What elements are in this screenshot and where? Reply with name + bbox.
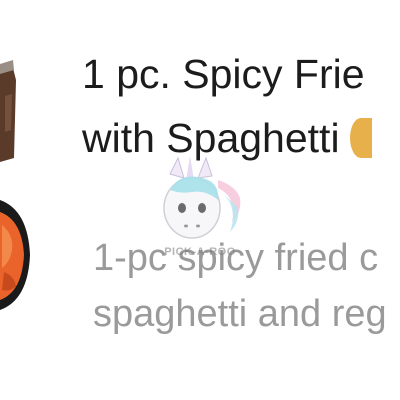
item-title-line-2-text: with Spaghetti bbox=[82, 115, 340, 161]
item-description: 1-pc spicy fried c spaghetti and reg bbox=[93, 230, 400, 342]
item-description-line-1: 1-pc spicy fried c bbox=[93, 237, 379, 279]
spicy-indicator-icon bbox=[349, 118, 372, 158]
item-title: 1 pc. Spicy Frie with Spaghetti bbox=[82, 42, 400, 170]
item-title-line-2: with Spaghetti bbox=[82, 106, 400, 170]
item-description-line-2: spaghetti and reg bbox=[93, 293, 387, 335]
food-photo-icon bbox=[0, 60, 30, 310]
menu-item-card[interactable]: 1 pc. Spicy Frie with Spaghetti 1-pc spi… bbox=[0, 0, 400, 400]
item-title-line-1: 1 pc. Spicy Frie bbox=[82, 51, 365, 97]
